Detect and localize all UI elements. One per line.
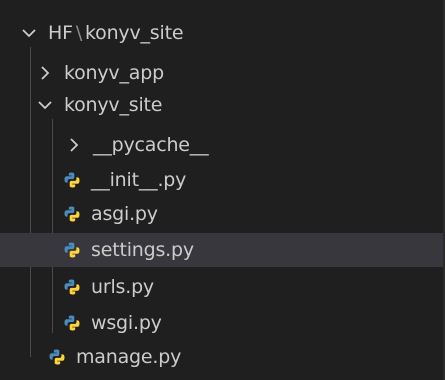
tree-item-label: konyv_site — [64, 94, 163, 116]
tree-item-urls-py[interactable]: urls.py — [0, 270, 443, 304]
tree-item-konyv-site[interactable]: konyv_site — [0, 88, 443, 122]
python-icon — [63, 241, 81, 259]
tree-item-label: urls.py — [91, 276, 154, 298]
tree-item-label: __pycache__ — [93, 134, 209, 156]
tree-item-label: manage.py — [76, 346, 182, 368]
file-explorer: HF \ konyv_site konyv_app konyv_site __pyc… — [0, 0, 445, 380]
tree-item-label: __init__.py — [91, 169, 187, 191]
python-icon — [48, 348, 66, 366]
tree-item-manage-py[interactable]: manage.py — [0, 340, 443, 374]
chevron-down-icon[interactable] — [18, 22, 40, 44]
tree-item-wsgi-py[interactable]: wsgi.py — [0, 306, 443, 340]
root-folder-label: HF \ konyv_site — [48, 22, 184, 44]
tree-item-konyv-app[interactable]: konyv_app — [0, 56, 443, 90]
tree-item-label: settings.py — [91, 239, 194, 261]
python-icon — [63, 314, 81, 332]
python-icon — [63, 278, 81, 296]
chevron-down-icon[interactable] — [34, 94, 56, 116]
python-icon — [63, 205, 81, 223]
tree-root-folder[interactable]: HF \ konyv_site — [0, 16, 443, 50]
python-icon — [63, 171, 81, 189]
tree-item-asgi-py[interactable]: asgi.py — [0, 197, 443, 231]
tree-item-pycache[interactable]: __pycache__ — [0, 128, 443, 162]
tree-item-init-py[interactable]: __init__.py — [0, 163, 443, 197]
tree-item-label: wsgi.py — [91, 312, 162, 334]
chevron-right-icon[interactable] — [34, 62, 56, 84]
tree-item-settings-py[interactable]: settings.py — [0, 233, 443, 267]
chevron-right-icon[interactable] — [63, 134, 85, 156]
tree-item-label: asgi.py — [91, 203, 158, 225]
tree-item-label: konyv_app — [64, 62, 164, 84]
